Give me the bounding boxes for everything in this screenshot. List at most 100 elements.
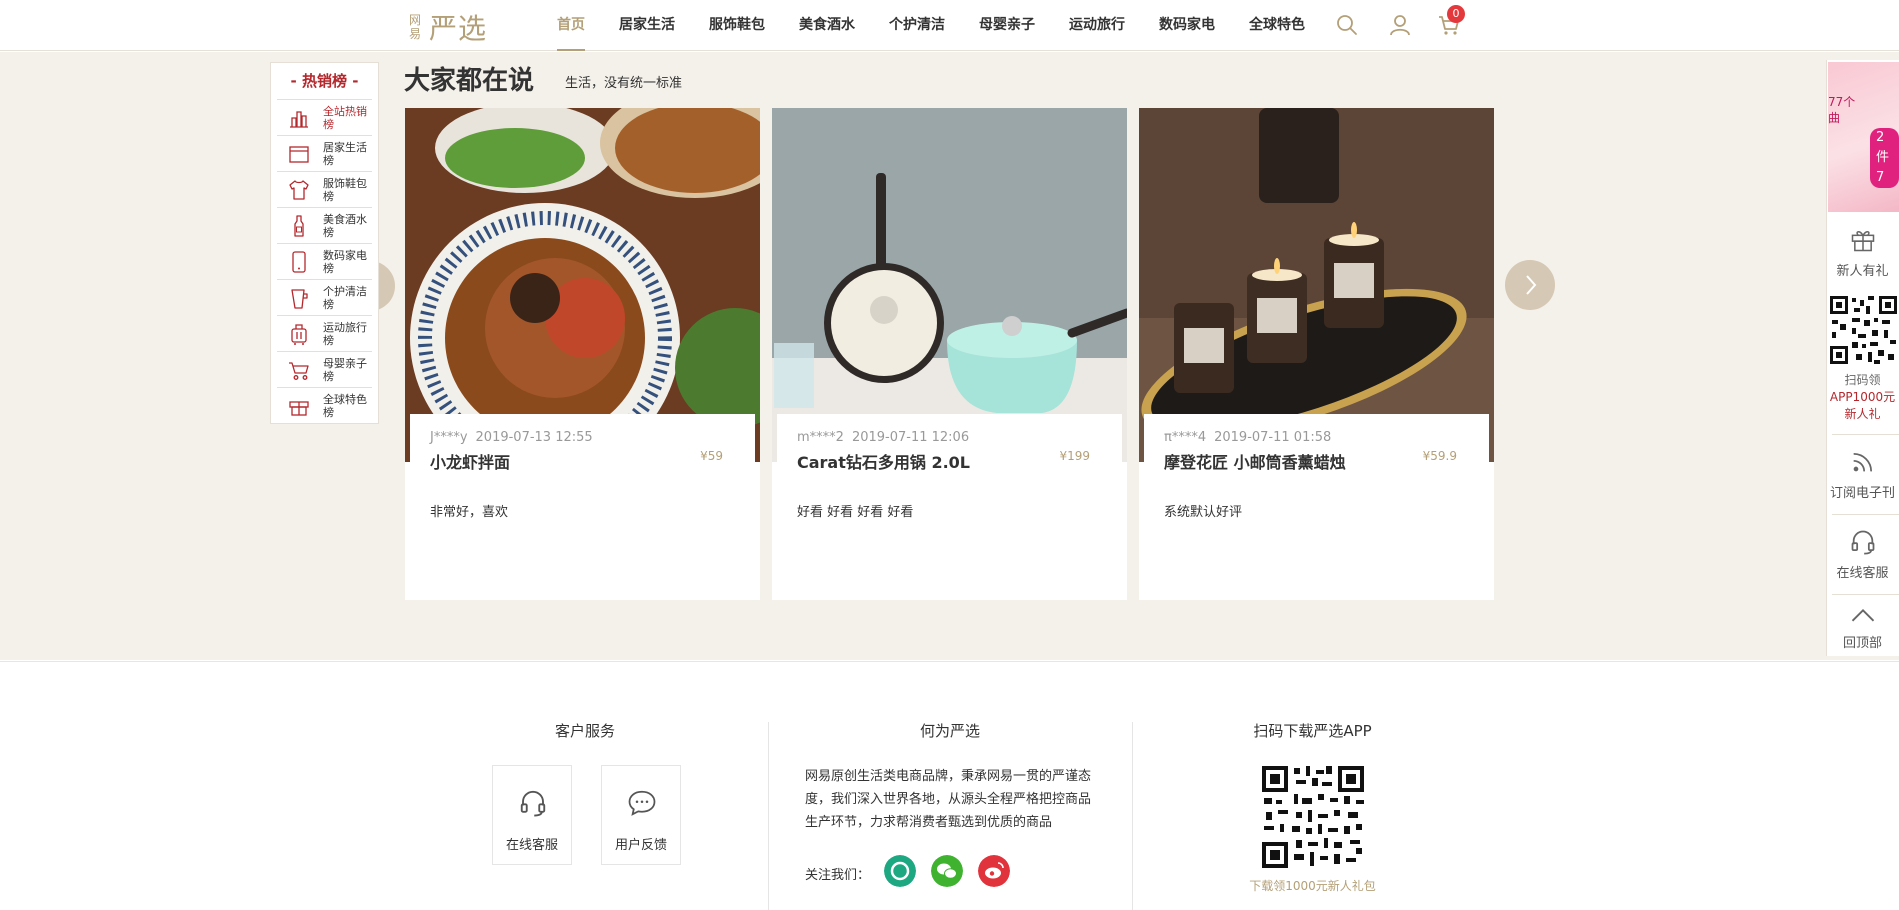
ranking-item-label: 数码家电榜 <box>323 248 367 275</box>
headset-icon <box>1851 530 1874 555</box>
review-title-row: 小龙虾拌面 ¥59 <box>430 449 735 473</box>
review-card[interactable]: J****y 2019-07-13 12:55 小龙虾拌面 ¥59 非常好，喜欢 <box>405 108 760 600</box>
ranking-item-label: 全站热销榜 <box>323 104 367 131</box>
ranking-item-label: 运动旅行榜 <box>323 320 367 347</box>
footer-online-service-label: 在线客服 <box>505 838 558 853</box>
logo-text: 严选 <box>429 12 488 45</box>
ranking-item-digital[interactable]: 数码家电榜 <box>277 244 372 280</box>
ranking-item-label: 服饰鞋包榜 <box>323 176 367 203</box>
product-title[interactable]: 摩登花匠 小邮筒香薰蜡烛 <box>1164 449 1346 473</box>
review-time: 2019-07-13 12:55 <box>475 430 593 445</box>
gift-icon <box>1851 231 1874 252</box>
promo-badge: 2件7 <box>1870 128 1899 188</box>
ranking-item-food[interactable]: 美食酒水榜 <box>277 208 372 244</box>
online-service-button[interactable]: 在线客服 <box>1826 528 1899 581</box>
nav-home-living[interactable]: 居家生活 <box>602 0 692 51</box>
footer-col-title: 客户服务 <box>554 722 615 740</box>
new-user-gift-button[interactable]: 新人有礼 <box>1826 226 1899 279</box>
reviews-section: 大家都在说 生活，没有统一标准 - 热销榜 - 全站热销榜 居家生活榜 服饰鞋包… <box>0 52 1899 660</box>
promo-line-1: 77个 <box>1828 95 1856 109</box>
qr-promo-line-1: 扫码领 <box>1844 373 1881 387</box>
chart-icon <box>290 110 308 128</box>
carousel-next-button[interactable] <box>1505 260 1555 310</box>
back-to-top-button[interactable]: 回顶部 <box>1826 604 1899 651</box>
section-subtitle: 生活，没有统一标准 <box>565 76 683 91</box>
logo[interactable]: 网易 严选 <box>409 10 488 45</box>
review-card[interactable]: π****4 2019-07-11 01:58 摩登花匠 小邮筒香薰蜡烛 ¥59.… <box>1139 108 1494 600</box>
subscribe-label: 订阅电子刊 <box>1829 486 1895 501</box>
footer-divider <box>1132 722 1133 910</box>
cart-count-badge: 0 <box>1447 5 1465 23</box>
review-card-info: m****2 2019-07-11 12:06 Carat钻石多用锅 2.0L ¥… <box>777 414 1122 600</box>
nav-home[interactable]: 首页 <box>540 0 602 51</box>
footer-online-service-button[interactable]: 在线客服 <box>492 765 572 865</box>
rss-icon <box>1853 452 1872 472</box>
wechat-icon[interactable] <box>931 855 963 887</box>
weibo-icon[interactable] <box>978 855 1010 887</box>
footer-customer-service: 客户服务 在线客服 用户反馈 <box>470 662 700 910</box>
review-comment: 好看 好看 好看 好看 <box>797 505 914 520</box>
ranking-item-label: 美食酒水榜 <box>323 212 367 239</box>
headset-icon <box>520 790 546 817</box>
qr-promo-text: 扫码领 APP1000元 新人礼 <box>1826 372 1899 423</box>
ranking-item-apparel[interactable]: 服饰鞋包榜 <box>277 172 372 208</box>
footer-feedback-button[interactable]: 用户反馈 <box>601 765 681 865</box>
promo-banner[interactable]: 77个曲 2件7 <box>1828 62 1899 212</box>
reviewer-name: π****4 <box>1164 430 1207 445</box>
bottle-icon <box>294 214 304 237</box>
nav-food[interactable]: 美食酒水 <box>782 0 872 51</box>
search-icon[interactable] <box>1335 13 1359 37</box>
ranking-item-label: 个护清洁榜 <box>323 284 367 311</box>
ranking-item-personal-care[interactable]: 个护清洁榜 <box>277 280 372 316</box>
promo-line-2: 曲 <box>1828 111 1841 125</box>
review-comment: 非常好，喜欢 <box>430 505 509 520</box>
review-card-info: J****y 2019-07-13 12:55 小龙虾拌面 ¥59 非常好，喜欢 <box>410 414 755 600</box>
reviewer-name: J****y <box>430 430 468 445</box>
product-image-candles <box>1139 108 1494 462</box>
ranking-item-global[interactable]: 全球特色榜 <box>277 388 372 424</box>
product-image-cookware <box>772 108 1127 462</box>
logo-small-text: 网易 <box>409 13 422 41</box>
nav-apparel[interactable]: 服饰鞋包 <box>692 0 782 51</box>
luggage-icon <box>291 323 307 345</box>
app-download-qr-code <box>1260 764 1366 870</box>
nav-digital[interactable]: 数码家电 <box>1142 0 1232 51</box>
product-title[interactable]: Carat钻石多用锅 2.0L <box>797 449 970 473</box>
review-time: 2019-07-11 01:58 <box>1214 430 1332 445</box>
ranking-item-baby[interactable]: 母婴亲子榜 <box>277 352 372 388</box>
back-to-top-label: 回顶部 <box>1842 636 1882 651</box>
qr-download-caption: 下载领1000元新人礼包 <box>1249 879 1376 893</box>
promo-text: 77个曲 <box>1828 94 1855 126</box>
chat-bubble-icon <box>628 790 656 816</box>
ranking-item-sports[interactable]: 运动旅行榜 <box>277 316 372 352</box>
footer-col-title: 何为严选 <box>919 722 980 740</box>
qr-promo-line-3: 新人礼 <box>1844 407 1881 421</box>
online-service-label: 在线客服 <box>1836 566 1889 581</box>
nav-personal-care[interactable]: 个护清洁 <box>872 0 962 51</box>
chevron-up-icon <box>1851 609 1874 622</box>
main-nav: 首页 居家生活 服饰鞋包 美食酒水 个护清洁 母婴亲子 运动旅行 数码家电 全球… <box>540 0 1322 51</box>
nav-sports[interactable]: 运动旅行 <box>1052 0 1142 51</box>
product-price: ¥199 <box>1059 449 1090 463</box>
review-comment: 系统默认好评 <box>1164 505 1243 520</box>
ranking-item-home[interactable]: 居家生活榜 <box>277 136 372 172</box>
footer-col-title: 扫码下载严选APP <box>1253 722 1372 740</box>
ranking-item-all[interactable]: 全站热销榜 <box>277 100 372 136</box>
footer-divider <box>768 722 769 910</box>
user-icon[interactable] <box>1388 13 1412 37</box>
top-header: 网易 严选 首页 居家生活 服饰鞋包 美食酒水 个护清洁 母婴亲子 运动旅行 数… <box>0 0 1899 51</box>
review-meta: m****2 2019-07-11 12:06 <box>797 430 1102 445</box>
nav-global[interactable]: 全球特色 <box>1232 0 1322 51</box>
yixin-icon[interactable] <box>884 855 916 887</box>
ranking-title: - 热销榜 - <box>277 63 372 100</box>
review-card[interactable]: m****2 2019-07-11 12:06 Carat钻石多用锅 2.0L ¥… <box>772 108 1127 600</box>
nav-baby[interactable]: 母婴亲子 <box>962 0 1052 51</box>
section-title: 大家都在说 <box>404 66 535 96</box>
cup-icon <box>291 288 308 309</box>
subscribe-button[interactable]: 订阅电子刊 <box>1826 448 1899 501</box>
hot-ranking-sidebar: - 热销榜 - 全站热销榜 居家生活榜 服饰鞋包榜 美食酒水榜 数码家电榜 个护… <box>270 62 379 424</box>
ranking-item-label: 居家生活榜 <box>323 140 367 167</box>
review-time: 2019-07-11 12:06 <box>851 430 970 445</box>
float-divider <box>1832 594 1899 595</box>
product-title[interactable]: 小龙虾拌面 <box>430 449 510 473</box>
